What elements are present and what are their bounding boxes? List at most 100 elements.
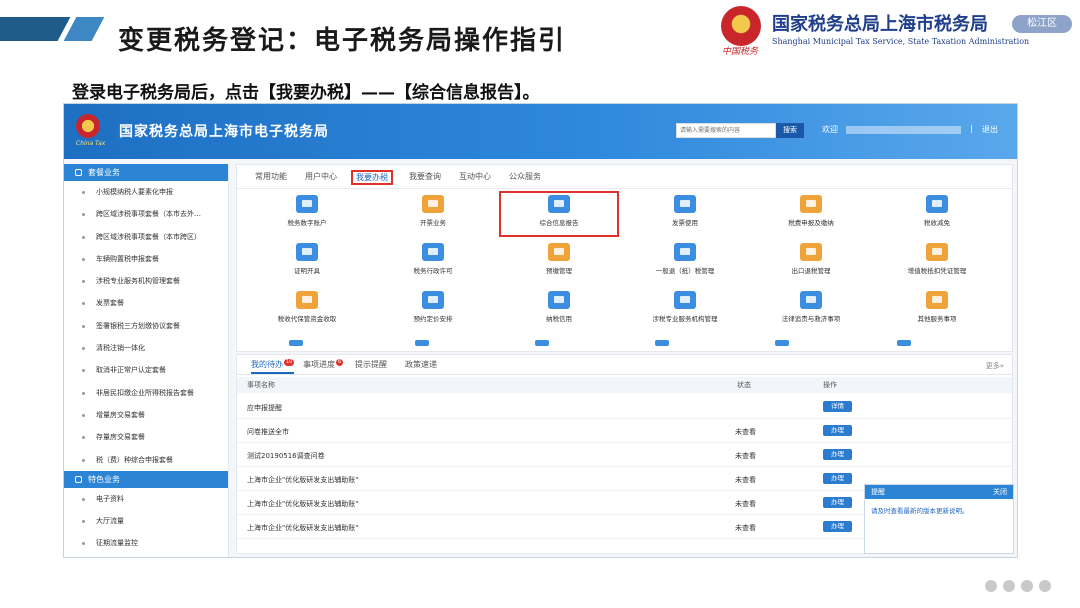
sidebar-item[interactable]: 大厅流量 bbox=[64, 510, 228, 532]
sidebar-section-label: 特色业务 bbox=[88, 474, 120, 484]
certificate-icon bbox=[296, 243, 318, 261]
task-name[interactable]: 测试20190516调查问卷 bbox=[247, 451, 325, 461]
function-vat-voucher[interactable]: 增值税抵扣凭证管理 bbox=[877, 243, 997, 275]
function-legal[interactable]: 法律追责与救济事项 bbox=[751, 291, 871, 323]
function-label: 发票使用 bbox=[672, 219, 698, 227]
welcome-text: 欢迎 bbox=[822, 125, 838, 134]
task-name[interactable]: 上海市企业"优化版研发支出辅助账" bbox=[247, 475, 358, 485]
notice-popup: 提醒 关闭 请及时查看最新的版本更新说明。 bbox=[864, 484, 1014, 554]
task-tabs: 我的待办 10 事项进度 6 提示提醒 政策速递 更多» bbox=[237, 355, 1012, 375]
task-name[interactable]: 问卷推送全市 bbox=[247, 427, 289, 437]
sidebar-section-package[interactable]: 套餐业务 bbox=[64, 164, 228, 181]
function-license[interactable]: 税务行政许可 bbox=[373, 243, 493, 275]
function-account[interactable]: 税务数字账户 bbox=[247, 195, 367, 227]
logo-script: 中国税务 bbox=[722, 47, 759, 57]
sidebar-item[interactable]: 签署银税三方划缴协议套餐 bbox=[64, 315, 228, 337]
function-report[interactable]: 综合信息报告 bbox=[499, 191, 619, 237]
pricing-icon bbox=[422, 291, 444, 309]
sidebar-item[interactable]: 清税注销一体化 bbox=[64, 337, 228, 359]
prepay-icon bbox=[548, 243, 570, 261]
notice-body[interactable]: 请及时查看最新的版本更新说明。 bbox=[865, 499, 1013, 521]
sidebar-section-special[interactable]: 特色业务 bbox=[64, 470, 228, 488]
refund-icon bbox=[674, 243, 696, 261]
page-dot[interactable] bbox=[1003, 580, 1015, 592]
function-tax-declare[interactable]: 税费申报及缴纳 bbox=[751, 195, 871, 227]
progress-count-badge: 6 bbox=[336, 359, 344, 366]
tab-common[interactable]: 常用功能 bbox=[251, 170, 291, 183]
function-agency[interactable]: 涉税专业服务机构管理 bbox=[625, 291, 745, 323]
sidebar-item[interactable]: 非居民扣缴企业所得税报告套餐 bbox=[64, 382, 228, 404]
pagination-dots bbox=[985, 580, 1051, 592]
search-input[interactable] bbox=[676, 123, 776, 138]
task-action-button[interactable]: 办理 bbox=[823, 497, 852, 508]
tab-reminders[interactable]: 提示提醒 bbox=[355, 359, 387, 370]
task-action-button[interactable]: 详情 bbox=[823, 401, 852, 412]
more-link[interactable]: 更多» bbox=[986, 361, 1004, 371]
function-tax-reduction[interactable]: 税收减免 bbox=[877, 195, 997, 227]
page-dot[interactable] bbox=[1039, 580, 1051, 592]
legal-icon bbox=[800, 291, 822, 309]
tab-public-service[interactable]: 公众服务 bbox=[505, 170, 545, 183]
sidebar-item[interactable]: 税（费）种综合申报套餐 bbox=[64, 449, 228, 471]
portal-logo-script: China Tax bbox=[76, 140, 106, 147]
header-separator: | bbox=[970, 124, 973, 133]
function-panel: 常用功能 用户中心 我要办税 我要查询 互动中心 公众服务 税务数字账户 开票业务… bbox=[236, 164, 1013, 352]
function-other-service[interactable]: 其他服务事项 bbox=[877, 291, 997, 323]
function-pricing[interactable]: 预约定价安排 bbox=[373, 291, 493, 323]
function-label: 出口退税管理 bbox=[791, 267, 831, 275]
function-invoice-use[interactable]: 发票使用 bbox=[625, 195, 745, 227]
license-icon bbox=[422, 243, 444, 261]
tab-user-center[interactable]: 用户中心 bbox=[301, 170, 341, 183]
task-action-button[interactable]: 办理 bbox=[823, 473, 852, 484]
portal-header: China Tax 国家税务总局上海市电子税务局 搜索 欢迎 | 退出 bbox=[64, 104, 1017, 159]
task-status: 未查看 bbox=[735, 476, 756, 484]
page-dot[interactable] bbox=[1021, 580, 1033, 592]
notice-close-button[interactable]: 关闭 bbox=[993, 485, 1007, 499]
task-action-button[interactable]: 办理 bbox=[823, 521, 852, 532]
task-status: 未查看 bbox=[735, 428, 756, 436]
task-action-button[interactable]: 办理 bbox=[823, 425, 852, 436]
sidebar-item[interactable]: 存量房交易套餐 bbox=[64, 426, 228, 448]
sidebar-item[interactable]: 小规模纳税人要素化申报 bbox=[64, 181, 228, 203]
tab-progress[interactable]: 事项进度 6 bbox=[303, 359, 344, 370]
tab-query[interactable]: 我要查询 bbox=[405, 170, 445, 183]
credit-icon bbox=[548, 291, 570, 309]
sidebar-item[interactable]: 跨区域涉税事项套餐（本市跨区） bbox=[64, 226, 228, 248]
sidebar-item[interactable]: 取消非正常户认定套餐 bbox=[64, 359, 228, 381]
tab-policy[interactable]: 政策速递 bbox=[405, 359, 437, 370]
function-label: 预缴管理 bbox=[546, 267, 572, 275]
function-prepay[interactable]: 预缴管理 bbox=[499, 243, 619, 275]
sidebar-item[interactable]: 跨区域涉税事项套餐（本市去外… bbox=[64, 203, 228, 225]
function-label: 预约定价安排 bbox=[413, 315, 453, 323]
tax-declare-icon bbox=[800, 195, 822, 213]
tab-interaction[interactable]: 互动中心 bbox=[455, 170, 495, 183]
function-fund[interactable]: 税收代保管资金收取 bbox=[247, 291, 367, 323]
sidebar-item[interactable]: 发票套餐 bbox=[64, 292, 228, 314]
task-name[interactable]: 上海市企业"优化版研发支出辅助账" bbox=[247, 523, 358, 533]
header-decoration-bar bbox=[0, 17, 71, 41]
table-row: 测试20190516调查问卷 未查看 办理 bbox=[237, 443, 1012, 467]
task-name[interactable]: 上海市企业"优化版研发支出辅助账" bbox=[247, 499, 358, 509]
grid-icon bbox=[75, 475, 82, 483]
report-icon bbox=[548, 195, 570, 213]
function-certificate[interactable]: 证明开具 bbox=[247, 243, 367, 275]
function-credit[interactable]: 纳税信用 bbox=[499, 291, 619, 323]
function-export-refund[interactable]: 出口退税管理 bbox=[751, 243, 871, 275]
page-dot[interactable] bbox=[985, 580, 997, 592]
tab-my-todo[interactable]: 我的待办 10 bbox=[251, 359, 295, 374]
task-action-button[interactable]: 办理 bbox=[823, 449, 852, 460]
column-header-name: 事项名称 bbox=[247, 381, 275, 389]
search-button[interactable]: 搜索 bbox=[776, 123, 804, 138]
sidebar-item[interactable]: 增量房交易套餐 bbox=[64, 404, 228, 426]
logout-link[interactable]: 退出 bbox=[982, 124, 998, 135]
sidebar-item[interactable]: 电子资料 bbox=[64, 488, 228, 510]
sidebar-item[interactable]: 征期流量监控 bbox=[64, 532, 228, 554]
sidebar-item[interactable]: 车辆购置税申报套餐 bbox=[64, 248, 228, 270]
task-name[interactable]: 应申报提醒 bbox=[247, 403, 282, 413]
sidebar-item[interactable]: 涉税专业服务机构管理套餐 bbox=[64, 270, 228, 292]
function-invoice-issue[interactable]: 开票业务 bbox=[373, 195, 493, 227]
function-refund[interactable]: 一般退（抵）税管理 bbox=[625, 243, 745, 275]
package-icon bbox=[75, 169, 82, 176]
function-label: 涉税专业服务机构管理 bbox=[652, 315, 718, 323]
tab-tax-handling[interactable]: 我要办税 bbox=[351, 170, 393, 185]
